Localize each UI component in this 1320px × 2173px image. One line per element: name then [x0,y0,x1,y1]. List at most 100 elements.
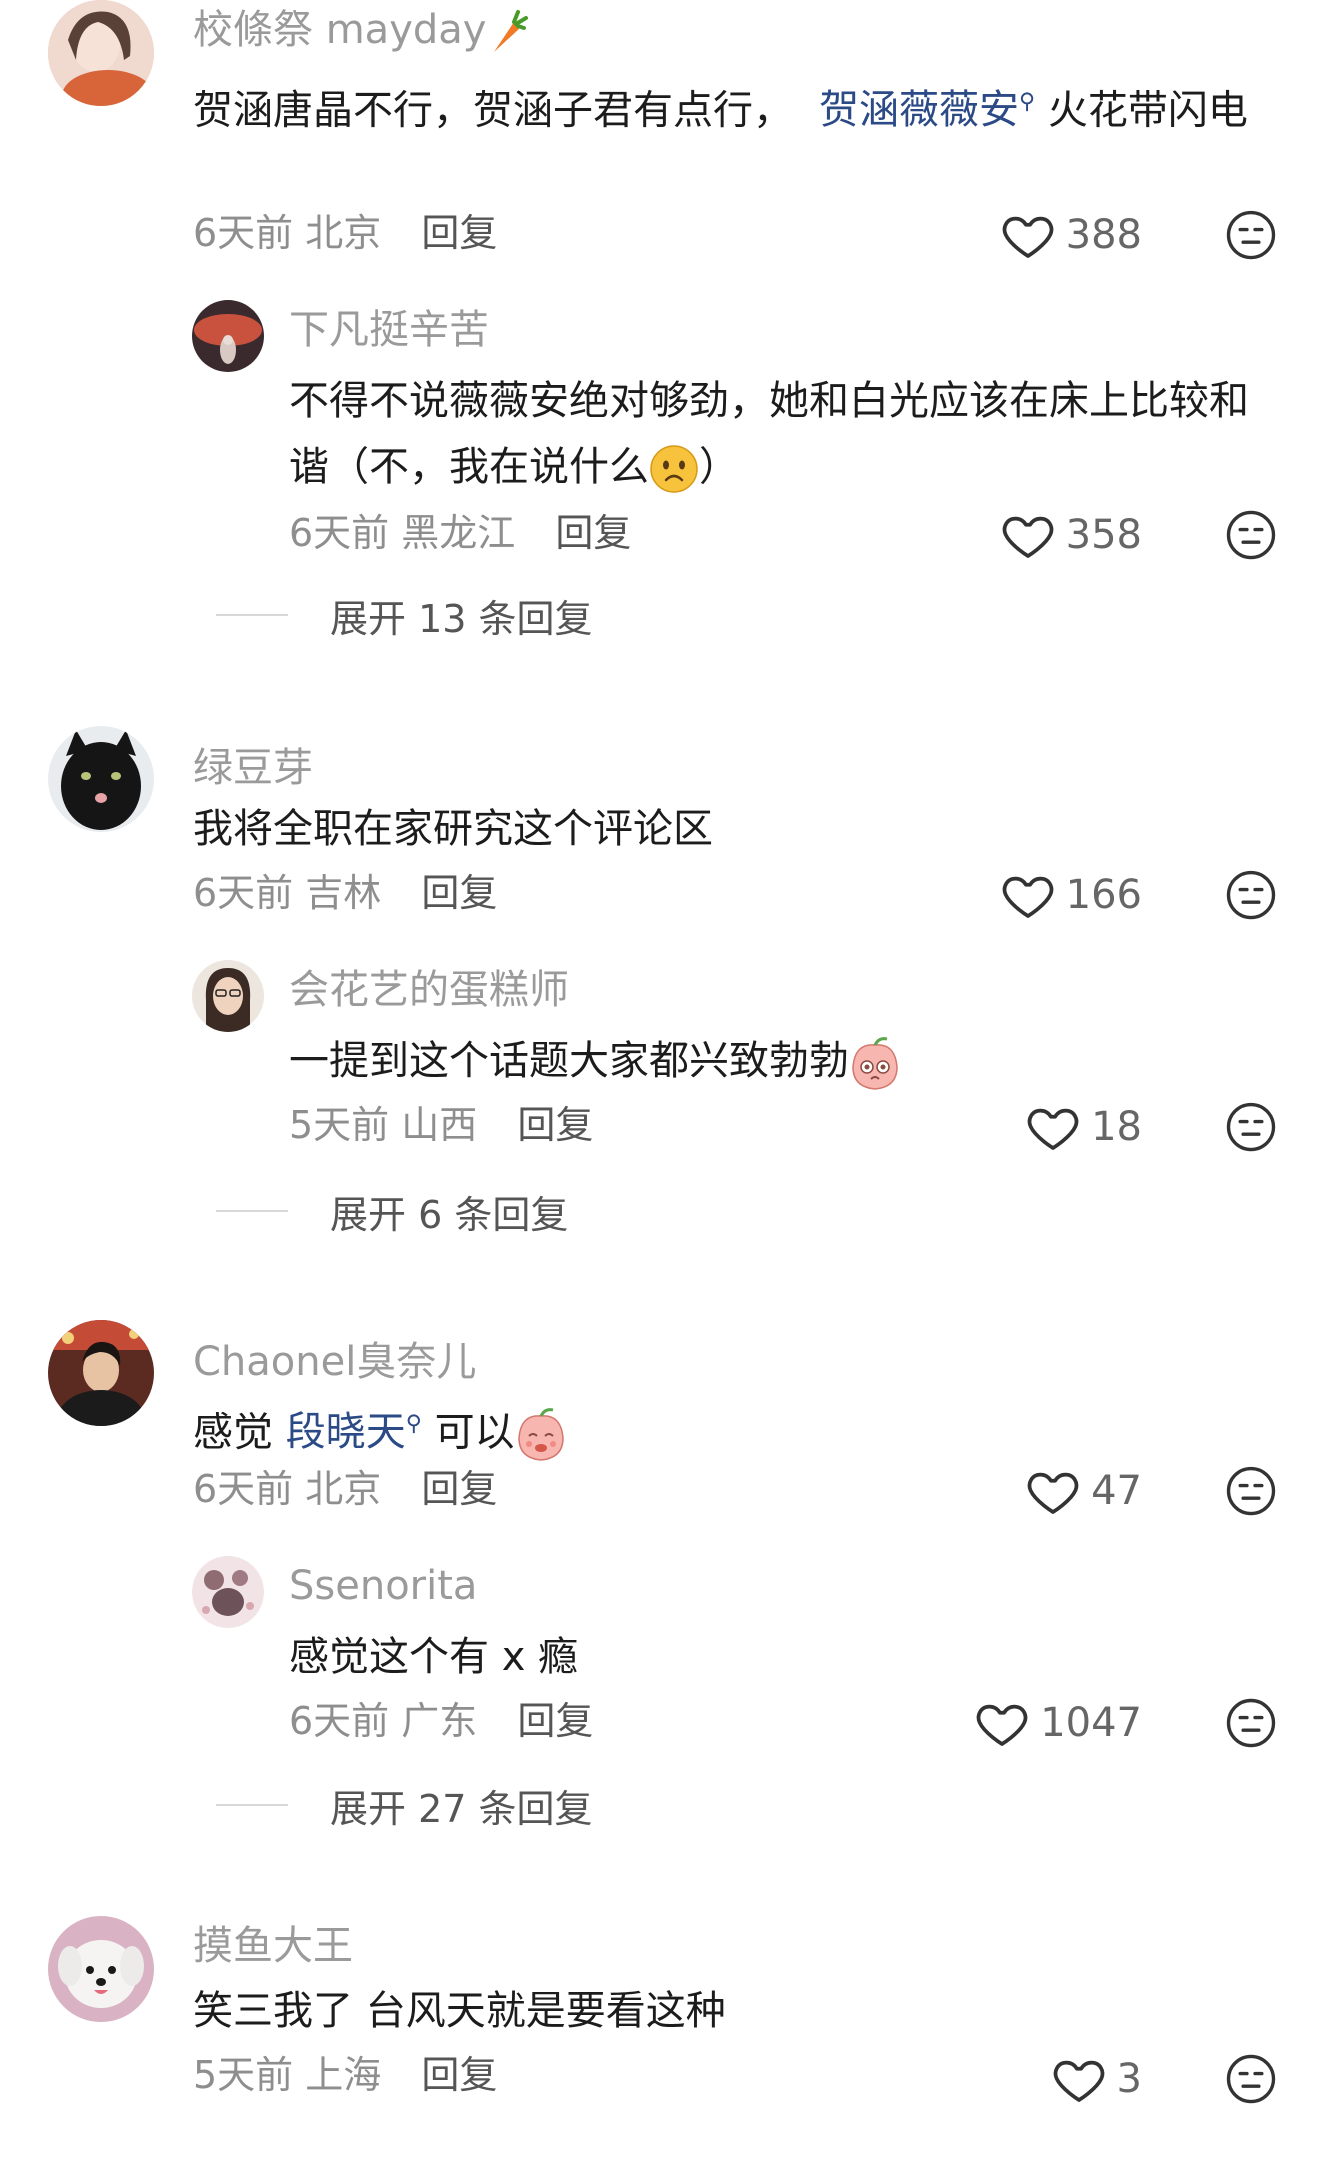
reply-button[interactable]: 回复 [421,2053,497,2097]
search-link[interactable]: 贺涵薇薇安⚲ [819,87,1035,133]
comment-meta: 6天前 吉林 回复 [193,866,497,920]
like-button[interactable]: 358 [1000,508,1142,562]
reply-username[interactable]: 会花艺的蛋糕师 [289,962,569,1018]
peach-emoji [852,1037,898,1090]
search-icon[interactable]: ⚲ [1019,90,1035,115]
search-link-text[interactable]: 段晓天 [286,1409,406,1455]
reply-time: 5天前 [289,1103,390,1147]
avatar[interactable] [48,1916,154,2022]
dislike-face-icon[interactable] [1224,208,1278,262]
reply-location: 山西 [401,1103,478,1147]
dislike-face-icon[interactable] [1224,1696,1278,1750]
heart-outline-icon [1051,2051,1107,2107]
reply-button[interactable]: 回复 [517,1699,593,1743]
heart-outline-icon [1025,1099,1081,1155]
comment-text: 我将全职在家研究这个评论区 [193,806,713,852]
comment-time: 6天前 [193,211,294,255]
comment-text-part: 可以 [434,1409,515,1456]
dislike-face-icon[interactable] [1224,1464,1278,1518]
expand-replies-label[interactable]: 展开 27 条回复 [330,1778,593,1833]
reply-button[interactable]: 回复 [555,511,631,555]
comment-time: 5天前 [193,2053,294,2097]
search-icon[interactable]: ⚲ [406,1412,422,1437]
avatar[interactable] [192,960,264,1032]
reply-location: 黑龙江 [401,511,516,555]
reply-time: 6天前 [289,511,390,555]
comment-username[interactable]: 摸鱼大王 [193,1918,353,1974]
dislike-face-icon[interactable] [1224,2052,1278,2106]
comment-location: 北京 [305,211,382,255]
heart-outline-icon [974,1695,1030,1751]
like-button[interactable]: 1047 [974,1696,1142,1750]
avatar[interactable] [192,1556,264,1628]
reply-meta: 5天前 山西 回复 [289,1098,593,1152]
reply-button[interactable]: 回复 [421,1467,497,1511]
comment-meta: 5天前 上海 回复 [193,2048,497,2102]
expand-replies-label[interactable]: 展开 13 条回复 [330,588,593,643]
comment-username[interactable]: 校條祭 mayday [193,2,529,58]
like-count: 358 [1065,512,1142,558]
divider-line [216,614,288,616]
comment-meta: 6天前 北京 回复 [193,1462,497,1516]
like-count: 166 [1065,872,1142,918]
reply-time: 6天前 [289,1699,390,1743]
comment-location: 吉林 [305,871,382,915]
reply-text-part: 不得不说薇薇安绝对够劲，她和白光应该在床上比较和谐（不，我在说什么 [289,378,1249,490]
comment-text: 笑三我了 台风天就是要看这种 [193,1988,726,2034]
comment-text-part: 贺涵唐晶不行，贺涵子君有点行， [193,87,793,134]
comment-time: 6天前 [193,871,294,915]
dislike-face-icon[interactable] [1224,1100,1278,1154]
heart-outline-icon [1000,207,1056,263]
heart-outline-icon [1000,867,1056,923]
comment-username[interactable]: 绿豆芽 [193,740,313,796]
like-count: 1047 [1040,1700,1142,1746]
expand-replies-button[interactable]: 展开 6 条回复 [216,1184,568,1238]
like-count: 388 [1065,212,1142,258]
expand-replies-button[interactable]: 展开 27 条回复 [216,1778,593,1832]
heart-outline-icon [1000,507,1056,563]
reply-meta: 6天前 广东 回复 [289,1694,593,1748]
search-link[interactable]: 段晓天⚲ [286,1409,422,1455]
reply-button[interactable]: 回复 [517,1103,593,1147]
reply-text-part: ） [699,444,739,490]
divider-line [216,1210,288,1212]
reply-text: 感觉这个有 x 瘾 [289,1634,579,1680]
dislike-face-icon[interactable] [1224,868,1278,922]
reply-text-part: 一提到这个话题大家都兴致勃勃 [289,1038,849,1084]
expand-replies-label[interactable]: 展开 6 条回复 [330,1184,568,1239]
avatar[interactable] [48,726,154,832]
reply-username[interactable]: 下凡挺辛苦 [289,302,489,358]
like-button[interactable]: 166 [1000,868,1142,922]
comment-location: 上海 [305,2053,382,2097]
username-text[interactable]: 校條祭 mayday [193,7,486,53]
avatar[interactable] [192,300,264,372]
reply-username[interactable]: Ssenorita [289,1558,477,1614]
worried-face-emoji [650,445,698,493]
like-button[interactable]: 47 [1025,1464,1142,1518]
comment-username[interactable]: Chaonel臭奈儿 [193,1334,476,1390]
reply-text: 一提到这个话题大家都兴致勃勃 [289,1028,1269,1094]
avatar[interactable] [48,0,154,106]
like-button[interactable]: 3 [1051,2052,1142,2106]
comment-time: 6天前 [193,1467,294,1511]
like-count: 3 [1116,2056,1142,2102]
expand-replies-button[interactable]: 展开 13 条回复 [216,588,593,642]
like-count: 18 [1091,1104,1142,1150]
heart-outline-icon [1025,1463,1081,1519]
comment-text-part: 感觉 [193,1409,273,1456]
reply-location: 广东 [401,1699,478,1743]
reply-button[interactable]: 回复 [421,211,497,255]
avatar[interactable] [48,1320,154,1426]
reply-button[interactable]: 回复 [421,871,497,915]
like-button[interactable]: 388 [1000,208,1142,262]
like-count: 47 [1091,1468,1142,1514]
peach-emoji [517,1408,564,1462]
divider-line [216,1804,288,1806]
reply-meta: 6天前 黑龙江 回复 [289,506,631,560]
dislike-face-icon[interactable] [1224,508,1278,562]
comment-text: 贺涵唐晶不行，贺涵子君有点行， 贺涵薇薇安⚲ 火花带闪电 [193,70,1273,143]
comment-text: 感觉 段晓天⚲ 可以 [193,1392,1273,1465]
like-button[interactable]: 18 [1025,1100,1142,1154]
search-link-text[interactable]: 贺涵薇薇安 [819,87,1019,133]
comment-meta: 6天前 北京 回复 [193,206,497,260]
